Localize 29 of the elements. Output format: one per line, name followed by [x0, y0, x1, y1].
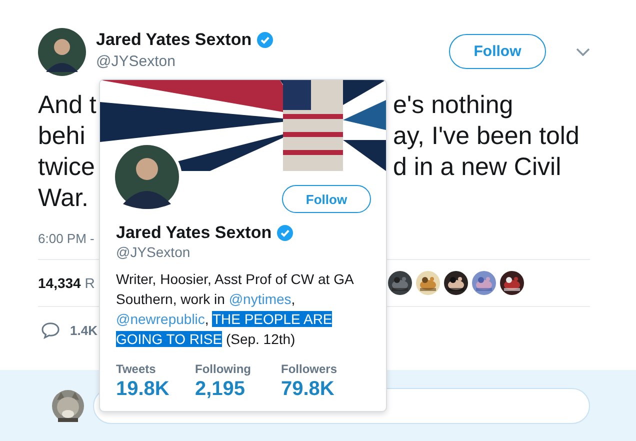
- chevron-down-icon[interactable]: [576, 48, 590, 56]
- profile-name[interactable]: Jared Yates Sexton: [116, 223, 272, 243]
- avatar[interactable]: [112, 142, 182, 212]
- stat-label[interactable]: Followers: [281, 361, 374, 377]
- stat-label[interactable]: Following: [195, 361, 281, 377]
- profile-handle[interactable]: @JYSexton: [116, 243, 374, 261]
- tweet-timestamp[interactable]: 6:00 PM -: [38, 231, 94, 246]
- mention-link[interactable]: @newrepublic: [116, 311, 205, 327]
- tweet-text: War.: [38, 183, 88, 214]
- stat-label[interactable]: Tweets: [116, 361, 195, 377]
- follow-button[interactable]: Follow: [282, 185, 371, 213]
- stat-value[interactable]: 19.8K: [116, 377, 195, 401]
- tweet-text: d in a new Civil: [393, 152, 562, 183]
- author-handle[interactable]: @JYSexton: [96, 53, 273, 70]
- author-name[interactable]: Jared Yates Sexton: [96, 29, 252, 51]
- stat-value[interactable]: 2,195: [195, 377, 281, 401]
- tweet-text: And t: [38, 90, 96, 121]
- stat-value[interactable]: 79.8K: [281, 377, 374, 401]
- tweet-text: ay, I've been told: [393, 121, 580, 152]
- profile-bio: Writer, Hoosier, Asst Prof of CW at GA Southern, work in @nytimes, @newrepublic, THE PEOPLE ARE GOING TO RISE (Sep. 12th): [116, 270, 355, 349]
- mention-link[interactable]: @nytimes: [228, 291, 292, 307]
- tweet-text: behi: [38, 121, 86, 152]
- follow-button[interactable]: Follow: [449, 34, 546, 69]
- avatar[interactable]: [38, 28, 86, 76]
- retweet-count[interactable]: 14,334 R: [38, 275, 95, 291]
- reply-count: 1.4K: [70, 322, 98, 338]
- tweet-text: e's nothing: [393, 90, 514, 121]
- tweet-text: twice: [38, 152, 95, 183]
- reply-icon[interactable]: [41, 322, 60, 338]
